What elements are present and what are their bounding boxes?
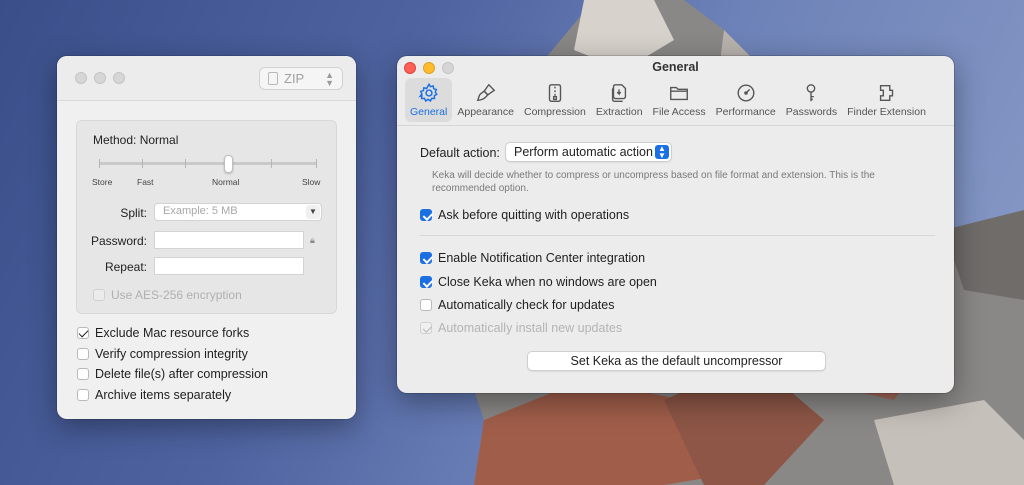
format-popup[interactable]: ZIP ▲ ▼	[259, 67, 343, 90]
compression-slider-track[interactable]	[99, 162, 317, 165]
option-label: Automatically check for updates	[438, 298, 615, 312]
option-auto-install-updates: Automatically install new updates	[420, 321, 622, 335]
finder-extension-icon	[879, 84, 893, 102]
folder-icon	[670, 86, 689, 101]
preferences-toolbar: General Appearance Compression Extractio…	[405, 78, 931, 122]
verify-integrity-checkbox[interactable]	[77, 348, 89, 360]
option-label: Enable Notification Center integration	[438, 251, 646, 265]
option-close-keka[interactable]: Close Keka when no windows are open	[420, 275, 657, 289]
option-archive-separately[interactable]: Archive items separately	[77, 388, 231, 402]
method-label: Method: Normal	[93, 133, 179, 147]
option-auto-check-updates[interactable]: Automatically check for updates	[420, 298, 614, 312]
notification-checkbox[interactable]	[420, 252, 432, 264]
key-icon	[807, 84, 816, 102]
tab-compression[interactable]: Compression	[519, 78, 591, 122]
tab-label: Passwords	[785, 106, 838, 118]
tab-extraction[interactable]: Extraction	[591, 78, 648, 122]
section-divider	[420, 235, 935, 236]
tab-label: Finder Extension	[847, 106, 926, 118]
tab-label: Extraction	[595, 106, 643, 118]
extraction-icon	[612, 84, 627, 102]
repeat-label: Repeat:	[104, 260, 147, 274]
option-exclude-forks[interactable]: Exclude Mac resource forks	[77, 326, 249, 340]
keka-titlebar: ZIP ▲ ▼	[57, 56, 356, 101]
auto-check-checkbox[interactable]	[420, 299, 432, 311]
exclude-forks-checkbox[interactable]	[77, 327, 89, 339]
tab-passwords[interactable]: Passwords	[781, 78, 842, 122]
archive-separately-checkbox[interactable]	[77, 389, 89, 401]
option-label: Ask before quitting with operations	[438, 208, 630, 222]
slider-tick	[142, 159, 143, 168]
tab-label: File Access	[652, 106, 706, 118]
keka-compression-window: ZIP ▲ ▼ Method: Normal Store Fast Normal …	[57, 56, 356, 419]
chevron-updown-icon: ▲ ▼	[325, 69, 334, 88]
tab-file-access[interactable]: File Access	[648, 78, 711, 122]
option-label: Exclude Mac resource forks	[95, 326, 250, 340]
option-notification-center[interactable]: Enable Notification Center integration	[420, 251, 645, 265]
slider-tick	[271, 159, 272, 168]
slider-tick	[99, 159, 100, 168]
minimize-button[interactable]	[94, 72, 106, 84]
option-label: Archive items separately	[95, 388, 232, 402]
window-controls	[75, 72, 125, 84]
ask-quit-checkbox[interactable]	[420, 209, 432, 221]
close-keka-checkbox[interactable]	[420, 276, 432, 288]
slider-tick	[185, 159, 186, 168]
close-button[interactable]	[75, 72, 87, 84]
password-field[interactable]	[154, 231, 304, 249]
option-ask-quit[interactable]: Ask before quitting with operations	[420, 208, 629, 222]
tab-label: Compression	[524, 106, 586, 118]
paintbrush-icon	[476, 83, 495, 102]
repeat-password-field[interactable]	[154, 257, 304, 275]
tab-label: Appearance	[457, 106, 514, 118]
slider-label-fast: Fast	[137, 177, 154, 187]
delete-after-checkbox[interactable]	[77, 368, 89, 380]
chevron-updown-icon: ▲ ▼	[655, 145, 669, 160]
password-label: Password:	[90, 234, 147, 248]
default-action-popup[interactable]: Perform automatic action ▲ ▼	[505, 142, 672, 162]
option-verify-integrity[interactable]: Verify compression integrity	[77, 347, 248, 361]
zoom-button[interactable]	[113, 72, 125, 84]
compression-settings-box: Method: Normal Store Fast Normal Slow Sp…	[76, 120, 337, 314]
tab-finder-extension[interactable]: Finder Extension	[842, 78, 931, 122]
slider-tick	[316, 159, 317, 168]
chevron-down-icon[interactable]: ▼	[306, 205, 320, 219]
option-label: Close Keka when no windows are open	[438, 275, 657, 289]
split-combobox[interactable]: Example: 5 MB ▼	[154, 203, 322, 221]
tab-performance[interactable]: Performance	[711, 78, 781, 122]
default-action-value: Perform automatic action	[514, 145, 653, 159]
slider-label-normal: Normal	[212, 177, 240, 187]
compression-icon	[548, 84, 562, 102]
set-default-uncompressor-button[interactable]: Set Keka as the default uncompressor	[527, 351, 826, 371]
slider-label-store: Store	[92, 177, 113, 187]
split-placeholder: Example: 5 MB	[163, 205, 238, 217]
slider-label-slow: Slow	[302, 177, 321, 187]
format-value: ZIP	[284, 71, 305, 86]
gauge-icon	[737, 84, 755, 102]
lock-icon[interactable]: 🔒︎	[310, 235, 315, 246]
option-label: Delete file(s) after compression	[95, 367, 268, 381]
tab-general[interactable]: General	[405, 78, 453, 122]
window-title: General	[652, 60, 699, 74]
tab-label: General	[410, 106, 448, 118]
option-delete-after[interactable]: Delete file(s) after compression	[77, 367, 268, 381]
gear-icon	[418, 82, 438, 103]
aes-label: Use AES-256 encryption	[111, 288, 242, 302]
option-label: Automatically install new updates	[438, 321, 623, 335]
default-action-hint: Keka will decide whether to compress or …	[432, 170, 875, 194]
aes-checkbox	[93, 289, 105, 301]
default-action-label: Default action:	[420, 146, 500, 160]
tab-label: Performance	[715, 106, 776, 118]
tab-appearance[interactable]: Appearance	[452, 78, 519, 122]
option-label: Verify compression integrity	[95, 347, 248, 361]
compression-slider-knob[interactable]	[224, 155, 233, 173]
document-icon	[268, 72, 278, 85]
preferences-window: General General Appearance Compression E…	[397, 56, 954, 393]
split-label: Split:	[120, 206, 147, 220]
auto-install-checkbox	[420, 322, 432, 334]
toolbar-divider	[397, 125, 954, 126]
aes-encryption-option: Use AES-256 encryption	[93, 288, 242, 302]
